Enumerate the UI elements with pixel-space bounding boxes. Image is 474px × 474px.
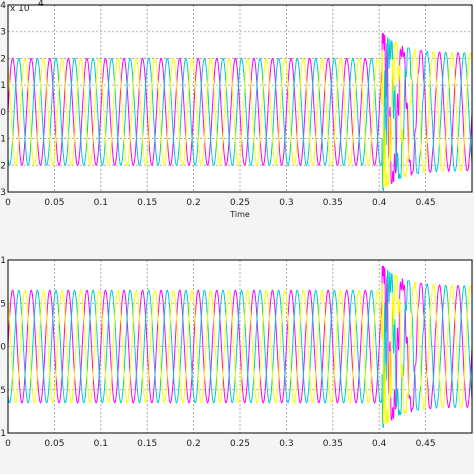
x-tick-label: 0 (5, 439, 11, 449)
x-tick-label: 0.2 (186, 439, 200, 449)
x-tick-label: 0.4 (372, 439, 387, 449)
y-tick-label: 4 (0, 1, 6, 11)
y-tick-label: 1 (0, 256, 6, 266)
y-tick-label: 3 (0, 28, 6, 38)
x-tick-label: 0.05 (44, 198, 64, 208)
x-tick-label: 0.3 (279, 198, 293, 208)
y-tick-label: -3 (0, 188, 6, 198)
x-axis-label: Time (229, 210, 250, 219)
x-tick-label: 0.3 (279, 439, 293, 449)
y-tick-label: 0 (0, 343, 6, 353)
x-tick-label: 0.25 (230, 198, 250, 208)
x-tick-label: 0.1 (94, 198, 108, 208)
x-tick-label: 0.35 (323, 198, 343, 208)
y-tick-label: 1 (0, 81, 6, 91)
y-exponent-label: x 10 (10, 4, 30, 14)
y-exponent-power: 4 (38, 0, 44, 9)
x-tick-label: 0 (5, 198, 11, 208)
x-tick-label: 0.2 (186, 198, 200, 208)
x-tick-label: 0.1 (94, 439, 108, 449)
x-tick-label: 0.15 (137, 439, 157, 449)
y-tick-label: 1 (0, 429, 6, 439)
current-plot: 0 0.05 0.1 0.15 0.2 0.25 0.3 0.35 0.4 0.45 1 5 0 5 1 (0, 256, 473, 449)
x-tick-label: 0.45 (416, 198, 436, 208)
y-tick-label: -2 (0, 161, 6, 171)
y-tick-label: 2 (0, 54, 6, 64)
x-tick-label: 0.45 (416, 439, 436, 449)
voltage-plot: 0 0.05 0.1 0.15 0.2 0.25 0.3 0.35 0.4 0.45 4 3 2 1 0 -1… (0, 0, 473, 219)
y-tick-label: 0 (0, 108, 6, 118)
x-tick-label: 0.15 (137, 198, 157, 208)
scope-figure: 00.050.10.150.20.250.30.350.40.4543210-1… (0, 0, 473, 449)
x-tick-label: 0.4 (372, 198, 387, 208)
x-tick-label: 0.05 (44, 439, 64, 449)
y-tick-label: -1 (0, 135, 6, 145)
x-tick-label: 0.35 (323, 439, 343, 449)
y-tick-label: 5 (0, 299, 6, 309)
x-tick-label: 0.25 (230, 439, 250, 449)
y-tick-label: 5 (0, 386, 6, 396)
